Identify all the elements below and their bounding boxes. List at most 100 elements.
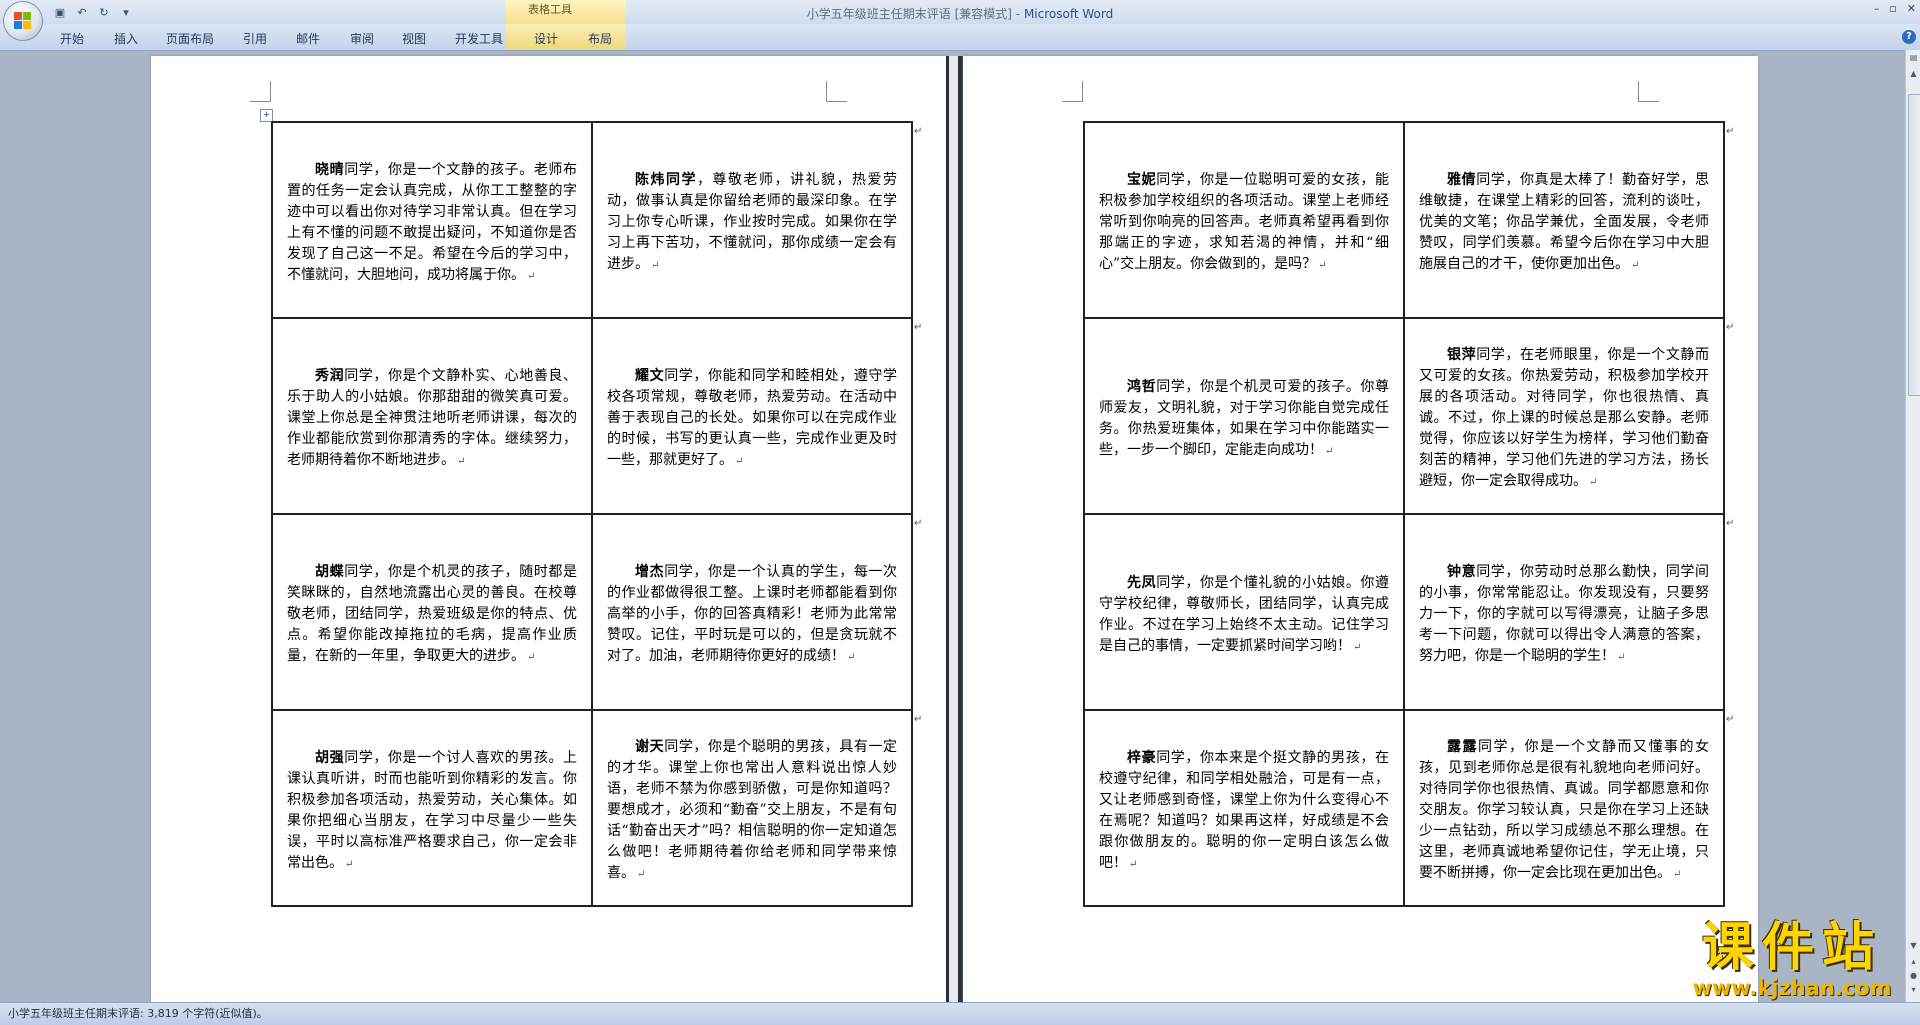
status-bar: 小学五年级班主任期末评语: 3,819 个字符(近似值)。 xyxy=(0,1002,1920,1025)
ruler-toggle-icon[interactable]: ▤ xyxy=(1908,52,1919,63)
student-name: 耀文 xyxy=(635,368,665,384)
table-cell[interactable]: 钟意同学，你劳动时总那么勤快，同学间的小事，你常常能忍让。你发现没有，只要努力一… xyxy=(1404,514,1724,710)
window-controls: – ▫ ✕ xyxy=(1874,2,1916,15)
tab-home[interactable]: 开始 xyxy=(60,30,84,47)
paragraph-mark-icon: ↵ xyxy=(345,858,354,870)
table-cell[interactable]: 鸿哲同学，你是个机灵可爱的孩子。你尊师爱友，文明礼貌，对于学习你能自觉完成任务。… xyxy=(1084,318,1404,514)
app-name: Microsoft Word xyxy=(1023,7,1114,21)
comment-text: 同学，在老师眼里，你是一个文静而又可爱的女孩。你热爱劳动，积极参加学校开展的各项… xyxy=(1419,347,1710,489)
paragraph-mark-icon: ↵ xyxy=(847,652,856,663)
end-of-row-mark-icon: ↵ xyxy=(1726,714,1735,725)
paragraph-mark-icon: ↵ xyxy=(651,260,660,271)
table-cell[interactable]: 耀文同学，你能和同学和睦相处，遵守学校各项常规，尊敬老师，热爱劳动。在活动中善于… xyxy=(592,318,912,514)
tab-mailings[interactable]: 邮件 xyxy=(296,30,320,47)
student-name: 钟意 xyxy=(1447,564,1477,580)
table-cell[interactable]: 秀润同学，你是个文静朴实、心地善良、乐于助人的小姑娘。你那甜甜的微笑真可爱。课堂… xyxy=(272,318,592,514)
comment-text: 同学，你是一个文静而又懂事的女孩，见到老师你总是很有礼貌地向老师问好。对待同学你… xyxy=(1419,739,1709,881)
paragraph-mark-icon: ↵ xyxy=(1673,869,1682,880)
office-button[interactable] xyxy=(4,2,42,40)
status-text: 小学五年级班主任期末评语: 3,819 个字符(近似值)。 xyxy=(8,1007,268,1020)
student-name: 陈炜同学 xyxy=(635,172,697,188)
student-name: 晓晴 xyxy=(315,161,345,178)
paragraph-mark-icon: ↵ xyxy=(1353,641,1362,653)
document-page-left: + 晓晴同学，你是一个文静的孩子。老师布置的任务一定会认真完成，从你工工整整的字… xyxy=(151,56,946,1002)
watermark-title: 课件站 xyxy=(1701,918,1882,978)
paragraph-mark-icon: ↵ xyxy=(527,652,536,663)
student-name: 胡强 xyxy=(315,749,345,766)
table-cell[interactable]: 银萍同学，在老师眼里，你是一个文静而又可爱的女孩。你热爱劳动，积极参加学校开展的… xyxy=(1404,318,1724,514)
comments-table: 宝妮同学，你是一位聪明可爱的女孩，能积极参加学校组织的各项活动。课堂上老师经常听… xyxy=(1083,121,1725,907)
table-cell[interactable]: 陈炜同学，尊敬老师，讲礼貌，热爱劳动，做事认真是你留给老师的最深印象。在学习上你… xyxy=(592,122,912,318)
end-of-row-mark-icon: ↵ xyxy=(914,322,923,333)
student-name: 银萍 xyxy=(1447,347,1477,363)
window-title: 小学五年级班主任期末评语 [兼容模式] - Microsoft Word xyxy=(0,5,1920,22)
paragraph-mark-icon: ↵ xyxy=(1318,260,1327,271)
table-cell[interactable]: 胡强同学，你是一个讨人喜欢的男孩。上课认真听讲，时而也能听到你精彩的发言。你积极… xyxy=(272,710,592,906)
tab-review[interactable]: 审阅 xyxy=(350,30,374,47)
table-cell[interactable]: 宝妮同学，你是一位聪明可爱的女孩，能积极参加学校组织的各项活动。课堂上老师经常听… xyxy=(1084,122,1404,318)
student-name: 宝妮 xyxy=(1127,172,1157,188)
restore-icon[interactable]: ▫ xyxy=(1889,2,1896,15)
ribbon-tab-bar: 开始 插入 页面布局 引用 邮件 审阅 视图 开发工具 设计 布局 ? xyxy=(0,24,1920,51)
table-cell[interactable]: 谢天同学，你是个聪明的男孩，具有一定的才华。课堂上你也常出人意料说出惊人妙语，老… xyxy=(592,710,912,906)
end-of-row-mark-icon: ↵ xyxy=(914,518,923,529)
page-gap xyxy=(946,56,963,1002)
comment-text: 同学，你本来是个挺文静的男孩，在校遵守纪律，和同学相处融洽，可是有一点，又让老师… xyxy=(1099,749,1390,871)
student-name: 露露 xyxy=(1447,739,1478,755)
end-of-row-mark-icon: ↵ xyxy=(1726,322,1735,333)
paragraph-mark-icon: ↵ xyxy=(1129,858,1138,870)
tab-insert[interactable]: 插入 xyxy=(114,30,138,47)
tab-layout[interactable]: 布局 xyxy=(588,30,612,47)
site-watermark-logo: 课件站 www.kjzhan.com xyxy=(1668,920,1916,1002)
close-icon[interactable]: ✕ xyxy=(1907,2,1916,15)
student-name: 先凤 xyxy=(1127,574,1157,591)
table-cell[interactable]: 梓豪同学，你本来是个挺文静的男孩，在校遵守纪律，和同学相处融洽，可是有一点，又让… xyxy=(1084,710,1404,906)
table-cell[interactable]: 胡蝶同学，你是个机灵的孩子，随时都是笑眯眯的，自然地流露出心灵的善良。在校尊敬老… xyxy=(272,514,592,710)
end-of-row-mark-icon: ↵ xyxy=(1726,126,1735,137)
tab-view[interactable]: 视图 xyxy=(402,30,426,47)
crop-mark xyxy=(1638,81,1659,102)
paragraph-mark-icon: ↵ xyxy=(527,270,536,282)
end-of-row-mark-icon: ↵ xyxy=(914,126,923,137)
tab-references[interactable]: 引用 xyxy=(243,30,267,47)
end-of-row-mark-icon: ↵ xyxy=(1726,518,1735,529)
student-name: 胡蝶 xyxy=(315,564,345,580)
comment-text: 同学，你是个聪明的男孩，具有一定的才华。课堂上你也常出人意料说出惊人妙语，老师不… xyxy=(607,739,898,881)
scrollbar-thumb[interactable] xyxy=(1908,94,1920,396)
scroll-up-icon[interactable]: ▲ xyxy=(1908,68,1919,79)
vertical-scrollbar[interactable]: ▤ ▲ ▼ ▴ ● ▾ xyxy=(1905,50,1920,1002)
document-title: 小学五年级班主任期末评语 [兼容模式] xyxy=(806,7,1012,21)
paragraph-mark-icon: ↵ xyxy=(1589,477,1598,488)
title-separator: - xyxy=(1011,7,1024,21)
help-icon[interactable]: ? xyxy=(1902,30,1916,44)
tab-design[interactable]: 设计 xyxy=(534,30,558,47)
document-page-right: 宝妮同学，你是一位聪明可爱的女孩，能积极参加学校组织的各项活动。课堂上老师经常听… xyxy=(963,56,1758,1002)
paragraph-mark-icon: ↵ xyxy=(1325,445,1334,457)
crop-mark xyxy=(1062,81,1083,102)
table-cell[interactable]: 雅倩同学，你真是太棒了！勤奋好学，思维敏捷，在课堂上精彩的回答，流利的谈吐，优美… xyxy=(1404,122,1724,318)
student-name: 增杰 xyxy=(635,564,665,580)
table-cell[interactable]: 露露同学，你是一个文静而又懂事的女孩，见到老师你总是很有礼貌地向老师问好。对待同… xyxy=(1404,710,1724,906)
tab-developer[interactable]: 开发工具 xyxy=(455,30,503,47)
table-cell[interactable]: 增杰同学，你是一个认真的学生，每一次的作业都做得很工整。上课时老师都能看到你高举… xyxy=(592,514,912,710)
minimize-icon[interactable]: – xyxy=(1874,2,1880,15)
comments-table: 晓晴同学，你是一个文静的孩子。老师布置的任务一定会认真完成，从你工工整整的字迹中… xyxy=(271,121,913,907)
tab-page-layout[interactable]: 页面布局 xyxy=(166,30,214,47)
title-bar: ▣ ↶ ↻ ▾ 表格工具 小学五年级班主任期末评语 [兼容模式] - Micro… xyxy=(0,0,1920,24)
paragraph-mark-icon: ↵ xyxy=(1631,260,1640,271)
student-name: 秀润 xyxy=(315,368,345,384)
paragraph-mark-icon: ↵ xyxy=(735,456,744,467)
table-cell[interactable]: 先凤同学，你是个懂礼貌的小姑娘。你遵守学校纪律，尊敬师长，团结同学，认真完成作业… xyxy=(1084,514,1404,710)
crop-mark xyxy=(250,81,271,102)
watermark-url: www.kjzhan.com xyxy=(1692,976,1892,1000)
student-name: 梓豪 xyxy=(1127,749,1157,766)
paragraph-mark-icon: ↵ xyxy=(1617,652,1626,663)
table-cell[interactable]: 晓晴同学，你是一个文静的孩子。老师布置的任务一定会认真完成，从你工工整整的字迹中… xyxy=(272,122,592,318)
student-name: 谢天 xyxy=(635,739,665,755)
crop-mark xyxy=(826,81,847,102)
office-logo-icon xyxy=(14,12,32,30)
comment-text: 同学，你是一个文静的孩子。老师布置的任务一定会认真完成，从你工工整整的字迹中可以… xyxy=(287,161,578,283)
paragraph-mark-icon: ↵ xyxy=(457,456,466,467)
end-of-row-mark-icon: ↵ xyxy=(914,714,923,725)
comment-text: 同学，你是一个讨人喜欢的男孩。上课认真听讲，时而也能听到你精彩的发言。你积极参加… xyxy=(287,749,578,871)
